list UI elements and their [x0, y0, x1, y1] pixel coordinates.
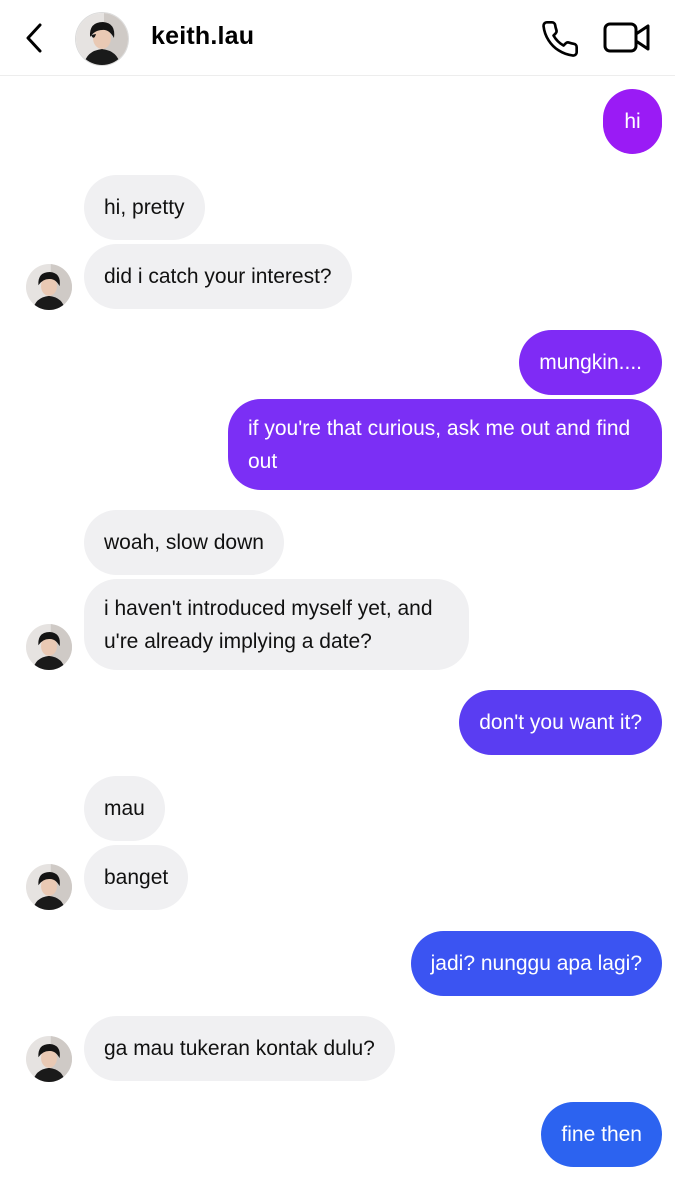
- message-text: mau: [104, 797, 145, 820]
- message-text: hi, pretty: [104, 196, 185, 219]
- message-text: hi: [624, 110, 641, 133]
- username[interactable]: keith.lau: [151, 22, 254, 51]
- message-bubble[interactable]: hi, pretty: [84, 175, 205, 240]
- back-chevron-icon: [26, 23, 42, 53]
- phone-icon: [542, 21, 579, 57]
- message-text: i haven't introduced myself yet, and u'r…: [104, 597, 433, 653]
- message-text: banget: [104, 866, 169, 889]
- video-call-button[interactable]: [603, 21, 651, 55]
- message-bubble[interactable]: jadi? nunggu apa lagi?: [410, 931, 662, 996]
- message-bubble[interactable]: i haven't introduced myself yet, and u'r…: [84, 579, 469, 670]
- message-text: if you're that curious, ask me out and f…: [248, 417, 631, 473]
- video-camera-icon: [603, 22, 650, 53]
- message-bubble[interactable]: did i catch your interest?: [84, 244, 352, 309]
- message-text: don't you want it?: [479, 711, 642, 734]
- avatar[interactable]: [76, 13, 128, 65]
- avatar-image: [26, 264, 72, 310]
- contact-avatar[interactable]: [26, 264, 72, 310]
- contact-avatar[interactable]: [26, 624, 72, 670]
- avatar-image: [76, 13, 128, 65]
- avatar-image: [26, 864, 72, 910]
- message-bubble[interactable]: mungkin....: [519, 330, 662, 395]
- avatar-image: [26, 624, 72, 670]
- message-bubble[interactable]: if you're that curious, ask me out and f…: [228, 399, 662, 490]
- message-bubble[interactable]: woah, slow down: [84, 510, 284, 575]
- message-bubble[interactable]: fine then: [541, 1102, 662, 1167]
- avatar-image: [26, 1036, 72, 1082]
- contact-avatar[interactable]: [26, 864, 72, 910]
- message-bubble[interactable]: mau: [84, 776, 165, 841]
- message-text: jadi? nunggu apa lagi?: [430, 952, 642, 975]
- contact-avatar[interactable]: [26, 1036, 72, 1082]
- message-bubble[interactable]: banget: [84, 845, 189, 910]
- chat-header: keith.lau: [0, 0, 675, 76]
- call-button[interactable]: [540, 19, 580, 59]
- message-bubble[interactable]: don't you want it?: [459, 690, 662, 755]
- message-text: fine then: [561, 1123, 642, 1146]
- message-text: did i catch your interest?: [104, 265, 332, 288]
- back-button[interactable]: [20, 20, 52, 56]
- message-text: ga mau tukeran kontak dulu?: [104, 1037, 375, 1060]
- message-bubble[interactable]: hi: [603, 89, 662, 154]
- message-text: woah, slow down: [104, 531, 264, 554]
- message-text: mungkin....: [539, 351, 642, 374]
- message-bubble[interactable]: ga mau tukeran kontak dulu?: [84, 1016, 395, 1081]
